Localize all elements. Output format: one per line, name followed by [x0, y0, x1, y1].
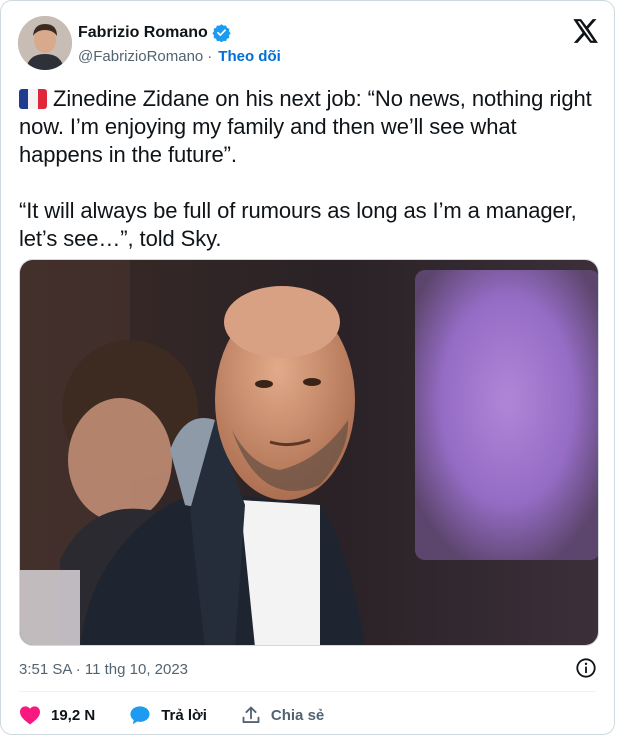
- divider: [19, 691, 596, 692]
- author-name[interactable]: Fabrizio Romano: [78, 23, 208, 42]
- author-handle-row: @FabrizioRomano · Theo dõi: [78, 47, 281, 66]
- reply-bubble-icon: [130, 706, 150, 725]
- x-logo-icon[interactable]: [573, 19, 599, 43]
- like-button[interactable]: 19,2 N: [19, 705, 95, 725]
- author-name-row[interactable]: Fabrizio Romano: [78, 23, 231, 42]
- tweet-text-body: Zinedine Zidane on his next job: “No new…: [19, 86, 592, 251]
- like-count: 19,2 N: [51, 706, 96, 724]
- reply-button[interactable]: Trả lời: [129, 705, 207, 725]
- tweet-card: Fabrizio Romano @FabrizioRomano · Theo d…: [0, 0, 615, 735]
- info-icon[interactable]: [575, 657, 597, 679]
- france-flag-icon: [19, 89, 47, 109]
- tweet-photo[interactable]: [19, 259, 599, 646]
- handle-separator: ·: [207, 48, 213, 65]
- author-avatar[interactable]: [18, 16, 72, 70]
- share-button[interactable]: Chia sẻ: [241, 705, 324, 725]
- follow-button[interactable]: Theo dõi: [218, 47, 281, 66]
- tweet-text: Zinedine Zidane on his next job: “No new…: [19, 85, 605, 253]
- author-handle[interactable]: @FabrizioRomano: [78, 47, 203, 66]
- heart-icon: [20, 706, 40, 725]
- reply-label: Trả lời: [161, 706, 207, 724]
- share-icon: [242, 706, 260, 723]
- share-label: Chia sẻ: [270, 706, 325, 724]
- action-bar: 19,2 N Trả lời Chia sẻ: [19, 703, 358, 727]
- tweet-timestamp[interactable]: 3:51 SA · 11 thg 10, 2023: [19, 660, 188, 679]
- verified-badge-icon: [212, 24, 231, 42]
